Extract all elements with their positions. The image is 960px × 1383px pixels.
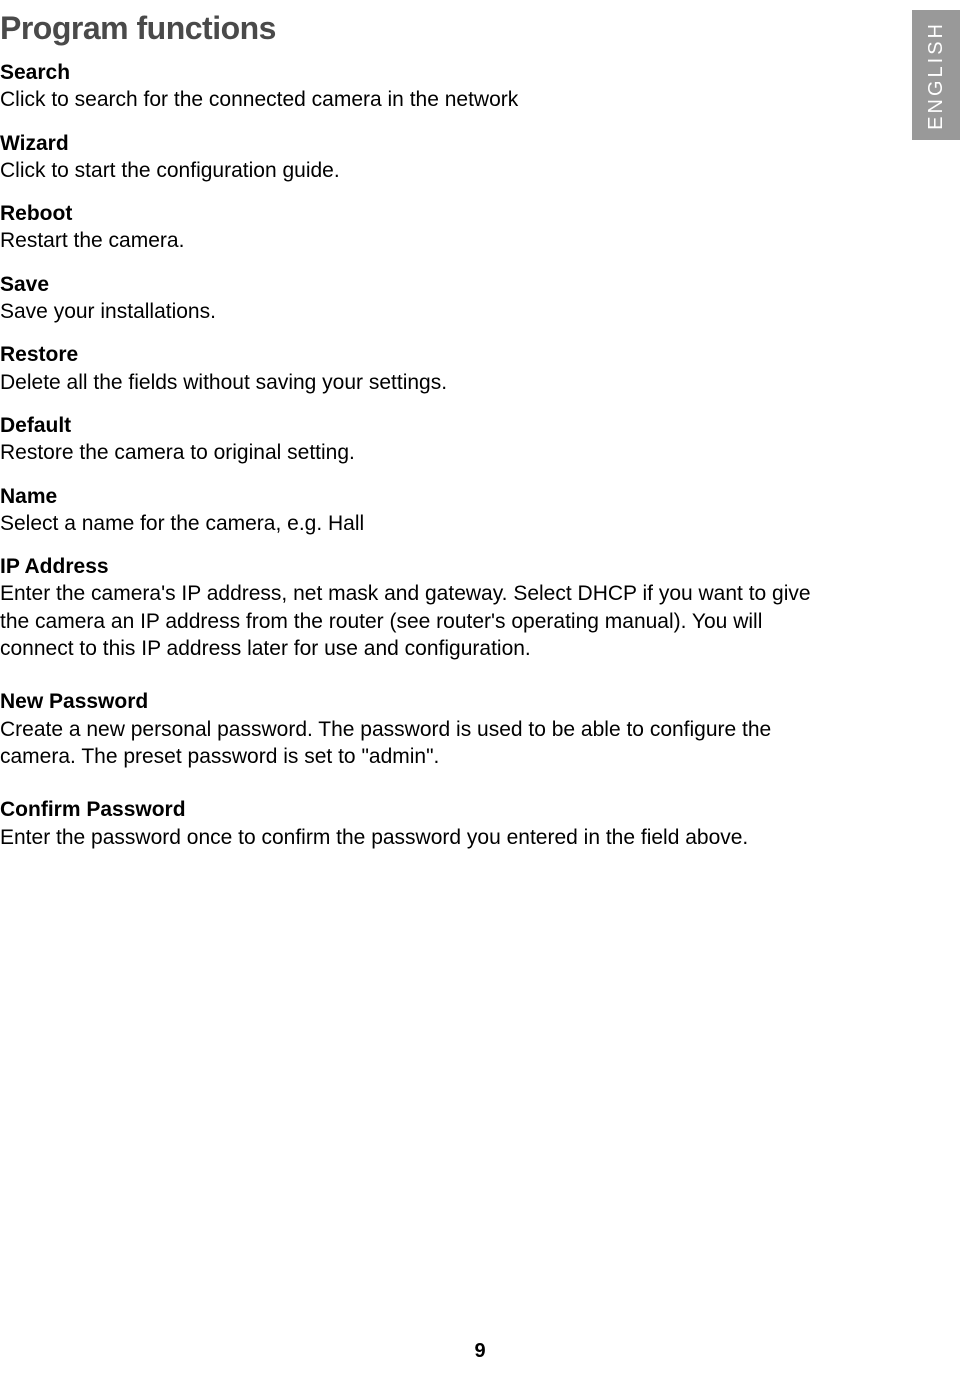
section-wizard: Wizard Click to start the configuration … <box>0 130 820 185</box>
section-heading-save: Save <box>0 271 820 298</box>
section-body-name: Select a name for the camera, e.g. Hall <box>0 510 820 537</box>
section-body-default: Restore the camera to original setting. <box>0 439 820 466</box>
section-heading-confirm-password: Confirm Password <box>0 796 820 823</box>
language-tab: ENGLISH <box>912 10 960 140</box>
section-body-confirm-password: Enter the password once to confirm the p… <box>0 824 820 851</box>
section-body-wizard: Click to start the configuration guide. <box>0 157 820 184</box>
section-body-restore: Delete all the fields without saving you… <box>0 369 820 396</box>
section-body-reboot: Restart the camera. <box>0 227 820 254</box>
section-new-password: New Password Create a new personal passw… <box>0 688 820 770</box>
section-body-search: Click to search for the connected camera… <box>0 86 820 113</box>
section-reboot: Reboot Restart the camera. <box>0 200 820 255</box>
section-restore: Restore Delete all the fields without sa… <box>0 341 820 396</box>
section-heading-new-password: New Password <box>0 688 820 715</box>
page-number: 9 <box>474 1340 485 1363</box>
section-confirm-password: Confirm Password Enter the password once… <box>0 796 820 851</box>
section-heading-default: Default <box>0 412 820 439</box>
section-search: Search Click to search for the connected… <box>0 59 820 114</box>
section-heading-ip-address: IP Address <box>0 553 820 580</box>
section-heading-wizard: Wizard <box>0 130 820 157</box>
section-body-new-password: Create a new personal password. The pass… <box>0 716 820 771</box>
section-ip-address: IP Address Enter the camera's IP address… <box>0 553 820 662</box>
page-content: Program functions Search Click to search… <box>0 0 820 851</box>
section-default: Default Restore the camera to original s… <box>0 412 820 467</box>
section-heading-search: Search <box>0 59 820 86</box>
section-name: Name Select a name for the camera, e.g. … <box>0 483 820 538</box>
section-body-save: Save your installations. <box>0 298 820 325</box>
section-heading-reboot: Reboot <box>0 200 820 227</box>
section-save: Save Save your installations. <box>0 271 820 326</box>
page-title: Program functions <box>0 10 820 47</box>
language-tab-text: ENGLISH <box>925 21 948 130</box>
section-body-ip-address: Enter the camera's IP address, net mask … <box>0 580 820 662</box>
section-heading-restore: Restore <box>0 341 820 368</box>
section-heading-name: Name <box>0 483 820 510</box>
